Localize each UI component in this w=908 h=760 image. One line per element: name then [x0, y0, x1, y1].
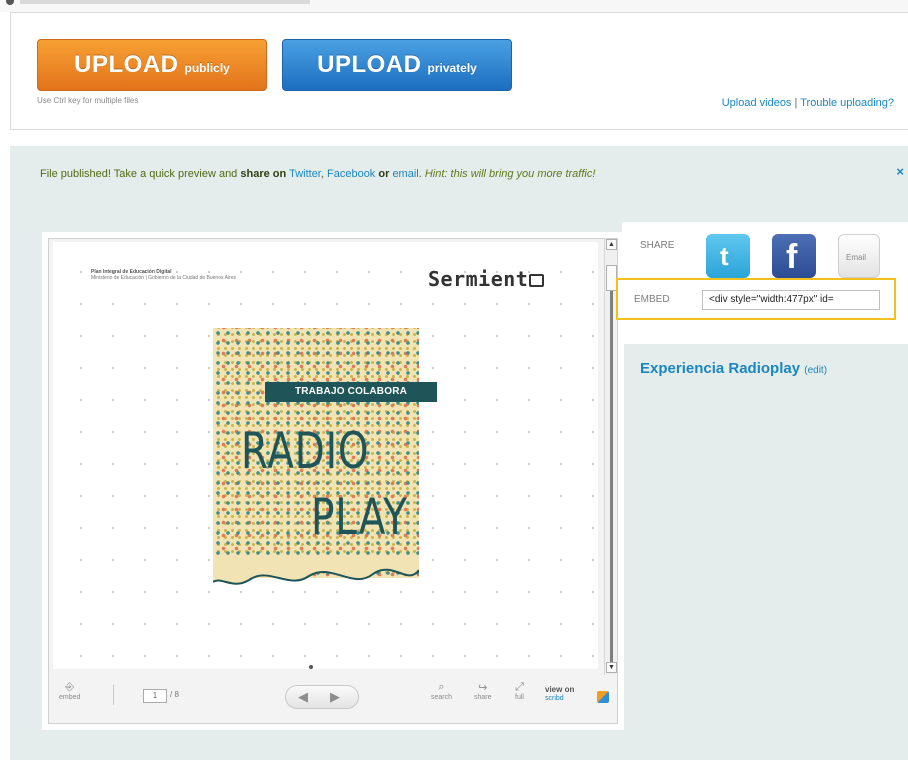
notice-prefix: File published! Take a quick preview and: [40, 168, 241, 180]
upload-privately-small: privately: [427, 61, 477, 75]
notice-email-link[interactable]: email: [392, 168, 418, 180]
upload-panel: UPLOAD publicly UPLOAD privately Use Ctr…: [10, 12, 908, 130]
trouble-uploading-link[interactable]: Trouble uploading?: [800, 97, 894, 109]
upload-privately-button[interactable]: UPLOAD privately: [282, 39, 512, 91]
upload-privately-big: UPLOAD: [317, 51, 422, 78]
upload-links: Upload videos | Trouble uploading?: [722, 97, 894, 109]
notice-share-on: share on: [240, 168, 287, 180]
document-title-link[interactable]: Experiencia Radioplay: [640, 360, 800, 377]
facebook-share-button[interactable]: f: [772, 234, 816, 278]
embed-label: EMBED: [634, 294, 670, 305]
prev-page-button[interactable]: ◀: [298, 689, 308, 705]
upload-videos-link[interactable]: Upload videos: [722, 97, 792, 109]
twitter-icon: t: [720, 241, 729, 271]
embed-icon: ⎆: [65, 681, 75, 693]
page-number-input[interactable]: 1: [143, 689, 167, 703]
notice-dot: .: [418, 168, 422, 180]
embed-tool[interactable]: ⎆ embed: [59, 681, 80, 701]
edit-title-link[interactable]: (edit): [804, 365, 827, 376]
logo-text: Sermient: [428, 267, 529, 291]
email-icon-label: Email: [846, 253, 867, 262]
next-page-button[interactable]: ▶: [330, 689, 340, 705]
notice-twitter-link[interactable]: Twitter: [289, 168, 321, 180]
fullscreen-icon: ⤢: [515, 681, 524, 693]
notice-or: or: [378, 168, 390, 180]
page-header-line2: Ministerio de Educación | Gobierno de la…: [91, 275, 236, 281]
embed-code-input[interactable]: <div style="width:477px" id=: [702, 290, 880, 310]
view-on-label: view on: [545, 685, 575, 694]
toolbar-divider: [113, 685, 114, 705]
publish-notice: File published! Take a quick preview and…: [40, 168, 595, 180]
embed-tool-label: embed: [59, 694, 81, 701]
ctrl-key-hint: Use Ctrl key for multiple files: [37, 96, 139, 105]
share-label: SHARE: [640, 240, 675, 251]
cover-wavy-bottom: [213, 556, 419, 585]
document-viewer: Plan Integral de Educación Digital Minis…: [48, 238, 618, 724]
fullscreen-tool-label: full: [515, 694, 524, 701]
notice-hint: Hint: this will bring you more traffic!: [424, 168, 596, 180]
scroll-up-arrow[interactable]: ▲: [606, 239, 617, 250]
notice-facebook-link[interactable]: Facebook: [327, 168, 375, 180]
notice-comma: ,: [320, 168, 324, 180]
share-tool[interactable]: ↪ share: [474, 681, 492, 701]
facebook-icon: f: [786, 238, 798, 276]
header-icon: [6, 0, 14, 5]
publish-share-area: File published! Take a quick preview and…: [10, 146, 908, 760]
header-cutoff-text: [20, 0, 310, 4]
fullscreen-tool[interactable]: ⤢ full: [515, 681, 524, 701]
top-header-strip: [0, 0, 908, 12]
computer-mouse-icon: [529, 274, 545, 287]
cover-word-radio: RADIO: [241, 422, 370, 480]
upload-publicly-small: publicly: [184, 61, 230, 75]
page-total: / 8: [170, 690, 179, 699]
page-nav: ◀ ▶: [285, 685, 359, 709]
document-title: Experiencia Radioplay (edit): [640, 360, 827, 377]
cover-banner: TRABAJO COLABORA: [265, 382, 437, 402]
view-on-scribd-button[interactable]: view on scribd: [545, 685, 609, 703]
scroll-track: [610, 291, 613, 662]
viewer-toolbar: ⎆ embed 1 / 8 ◀ ▶ ⌕ search ↪ share ⤢ ful…: [53, 675, 615, 721]
scroll-down-arrow[interactable]: ▼: [606, 662, 617, 673]
share-tool-label: share: [474, 694, 492, 701]
link-separator: |: [794, 97, 798, 109]
scribd-brand-label: scribd: [545, 695, 564, 702]
document-viewer-frame: Plan Integral de Educación Digital Minis…: [42, 232, 624, 730]
email-share-button[interactable]: Email: [838, 234, 880, 278]
embed-row: EMBED <div style="width:477px" id=: [616, 278, 896, 320]
search-tool-label: search: [431, 694, 453, 701]
page-indicator-dot: [309, 665, 313, 669]
sermiento-logo: Sermient: [428, 267, 545, 291]
scribd-logo-icon: [597, 691, 609, 703]
cover-word-play: PLAY: [311, 488, 408, 546]
search-icon: ⌕: [438, 681, 445, 693]
upload-publicly-button[interactable]: UPLOAD publicly: [37, 39, 267, 91]
search-tool[interactable]: ⌕ search: [431, 681, 452, 701]
twitter-share-button[interactable]: t: [706, 234, 750, 278]
upload-publicly-big: UPLOAD: [74, 51, 179, 78]
radioplay-cover: TRABAJO COLABORA RADIO PLAY: [213, 328, 437, 598]
page-header-text: Plan Integral de Educación Digital Minis…: [91, 269, 236, 281]
close-notice-button[interactable]: ×: [896, 164, 904, 179]
document-page: Plan Integral de Educación Digital Minis…: [53, 242, 598, 669]
share-icon: ↪: [478, 682, 488, 694]
